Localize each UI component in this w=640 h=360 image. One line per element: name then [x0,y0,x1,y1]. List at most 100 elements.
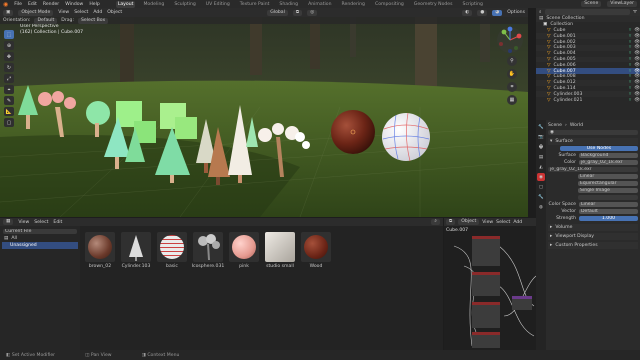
vp-menu-view[interactable]: View [58,10,69,15]
viewport-scene[interactable] [0,17,528,217]
tab-texture-paint[interactable]: Texture Paint [238,1,272,8]
add-cube-tool-icon[interactable]: ▢ [4,118,14,127]
pan-hand-icon[interactable]: ✋ [507,69,517,79]
camera-icon[interactable]: ⌗ [507,82,517,92]
snap-icon[interactable]: ⧉ [292,9,303,16]
menu-edit[interactable]: Edit [28,2,37,7]
wood-sphere[interactable] [331,110,375,154]
tab-layout[interactable]: Layout [115,0,136,8]
annotate-tool-icon[interactable]: ✎ [4,96,14,105]
vector-dropdown[interactable]: Default [579,208,638,215]
output-tab-icon[interactable]: 🖶 [537,143,545,151]
drag-dropdown[interactable]: Select Box [78,17,109,24]
asset-item[interactable]: Cylinder.103 [116,232,156,272]
navigation-gizmo[interactable] [496,26,524,54]
3d-viewport[interactable] [0,17,528,217]
shading-rendered-icon[interactable]: ◕ [492,9,503,16]
viewport-display-panel-header[interactable]: ▸ Viewport Display [548,233,638,240]
blender-logo-icon[interactable]: ◉ [3,1,8,8]
node-card[interactable] [472,332,500,348]
node-card[interactable] [472,302,500,328]
volume-panel-header[interactable]: ▸ Volume [548,224,638,231]
node-card[interactable] [472,236,500,266]
grid-view-icon[interactable]: ▦ [507,95,517,105]
view-layer-selector[interactable]: ViewLayer [607,1,637,7]
cursor-tool-icon[interactable]: ⊕ [4,41,14,50]
transform-orientation[interactable]: Global [267,9,288,16]
vp-menu-add[interactable]: Add [93,10,102,15]
surface-dropdown[interactable]: Background [579,152,638,159]
asset-library-dropdown[interactable]: Current File [3,228,77,235]
asset-item[interactable]: basic [152,232,192,272]
tab-uv-editing[interactable]: UV Editing [204,1,232,8]
menu-render[interactable]: Render [43,2,59,7]
vp-menu-select[interactable]: Select [74,10,88,15]
menu-window[interactable]: Window [65,2,83,7]
filepath-field[interactable] [578,194,638,201]
tab-modeling[interactable]: Modeling [141,1,166,8]
ab-search-icon[interactable]: ⌕ [431,219,440,225]
asset-editor-type-icon[interactable]: ▦ [3,219,14,225]
outliner-filter-icon[interactable]: ⌕ [539,9,542,15]
render-tab-icon[interactable]: 📷 [537,133,545,141]
use-nodes-button[interactable]: Use Nodes [560,145,638,152]
tab-animation[interactable]: Animation [306,1,333,8]
world-tab-icon[interactable]: ◉ [537,173,545,181]
tab-scripting[interactable]: Scripting [461,1,485,8]
proportional-icon[interactable]: ◎ [307,9,318,16]
menu-file[interactable]: File [14,2,22,7]
ne-menu-view[interactable]: View [482,220,493,225]
material-tab-icon[interactable]: ◍ [537,203,545,211]
category-unassigned[interactable]: Unassigned [2,242,78,249]
tab-geometry-nodes[interactable]: Geometry Nodes [412,1,455,8]
editor-type-button[interactable]: ▣ [3,9,14,16]
transform-tool-icon[interactable]: ⌖ [4,85,14,94]
world-selector[interactable]: ◉ [548,129,638,136]
scale-tool-icon[interactable]: ⤢ [4,74,14,83]
source-dropdown[interactable]: Single Image [578,187,638,194]
node-editor[interactable]: Cube.007 [444,226,536,350]
vp-menu-object[interactable]: Object [107,10,122,15]
object-tab-icon[interactable]: ▢ [537,183,545,191]
interpolation-dropdown[interactable]: Linear [578,173,638,180]
mode-selector[interactable]: Object Mode [18,9,54,16]
outliner-search-input[interactable] [544,9,631,15]
rotate-tool-icon[interactable]: ↻ [4,63,14,72]
asset-item[interactable]: pink [224,232,264,272]
asset-item[interactable]: Icosphere.031 [188,232,228,272]
node-card[interactable] [472,272,500,296]
ne-menu-select[interactable]: Select [496,220,510,225]
image-datablock[interactable]: je_gray_02_1k.exr [548,166,638,173]
view-layer-tab-icon[interactable]: ▤ [537,153,545,161]
color-space-dropdown[interactable]: Linear [579,201,638,208]
ab-menu-select[interactable]: Select [34,220,48,225]
strength-field[interactable]: 1.000 [579,215,638,222]
custom-properties-panel-header[interactable]: ▸ Custom Properties [548,242,638,249]
menu-help[interactable]: Help [89,2,99,7]
tab-rendering[interactable]: Rendering [340,1,367,8]
tab-compositing[interactable]: Compositing [373,1,406,8]
outliner-item[interactable]: ▽ Cylinder.021 ▿ 👁 [536,97,640,103]
node-object-dropdown[interactable]: Object [458,219,480,225]
color-dropdown[interactable]: je_gray_02_1k.exr [579,159,638,166]
modifier-tab-icon[interactable]: 🔧 [537,193,545,201]
ne-menu-add[interactable]: Add [513,220,522,225]
ab-menu-edit[interactable]: Edit [53,220,62,225]
select-tool-icon[interactable]: ⬚ [4,30,14,39]
asset-item[interactable]: brown_02 [80,232,120,272]
tab-shading[interactable]: Shading [277,1,300,8]
outliner-funnel-icon[interactable]: ⛛ [633,9,637,15]
tab-sculpting[interactable]: Sculpting [172,1,197,8]
orientation-dropdown[interactable]: Default [34,17,58,24]
overlay-icon[interactable]: ◐ [462,9,473,16]
zoom-icon[interactable]: ⚲ [507,56,517,66]
asset-item[interactable]: studio small [260,232,300,272]
measure-tool-icon[interactable]: 📐 [4,107,14,116]
node-card[interactable] [512,296,532,310]
surface-panel-header[interactable]: ▾ Surface [548,138,638,145]
move-tool-icon[interactable]: ✥ [4,52,14,61]
checker-sphere[interactable] [382,112,430,162]
shading-solid-icon[interactable]: ● [477,9,488,16]
scene-selector[interactable]: Scene [581,1,602,7]
scene-tab-icon[interactable]: ◭ [537,163,545,171]
